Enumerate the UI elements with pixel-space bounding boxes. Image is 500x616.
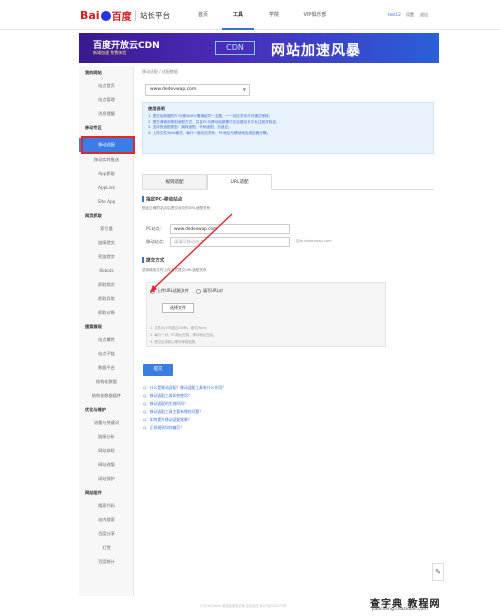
sidebar-item-crawl-errors[interactable]: 抓取异常 [79, 292, 134, 306]
upload-note: 3. 提交后请耐心等待审核结果。 [150, 340, 199, 344]
promo-banner[interactable]: 百度开放云CDN 新域加速 免费体验 CDN 网站加速风暴 [79, 33, 439, 63]
radio-upload-file[interactable]: 上传URL适配文件 [150, 288, 189, 294]
pc-site-label: PC站点： [146, 226, 165, 231]
sidebar-item-structured-plugin[interactable]: 结构化数据插件 [79, 389, 134, 403]
footer-text: ©2016 Baidu 使用百度前必读 意见反馈 京ICP证030173号 [200, 604, 287, 608]
section-title-site-pair: 指定PC-移动站点 [142, 196, 182, 203]
sidebar-item-link-analysis[interactable]: 链接分析 [79, 430, 134, 444]
sidebar-item-site-manage[interactable]: 站点管理 [79, 93, 134, 107]
radio-upload-label: 上传URL适配文件 [157, 288, 189, 293]
submit-button[interactable]: 提交 [143, 364, 173, 376]
choose-file-button[interactable]: 选择文件 [162, 303, 194, 313]
nav-academy[interactable]: 学院 [258, 0, 290, 30]
sidebar-item-site-checkup[interactable]: 网站体检 [79, 444, 134, 458]
sidebar-item-applink[interactable]: AppLink [79, 181, 134, 195]
sidebar-item-robots[interactable]: Robots [79, 264, 134, 278]
sidebar-item-baidu-share[interactable]: 百度分享 [79, 527, 134, 541]
sidebar-item-crawl-diagnose[interactable]: 抓取诊断 [79, 306, 134, 320]
settings-link[interactable]: 设置 [406, 12, 414, 18]
section-bar [142, 257, 144, 263]
sidebar-group-mobile: 移动专区 [85, 125, 102, 130]
sidebar-item-site-search[interactable]: 站内搜索 [79, 513, 134, 527]
faq-link[interactable]: Q：移动适配工具如何使用？ [143, 393, 192, 399]
sidebar-group-crawl: 网页抓取 [85, 213, 102, 218]
logo-text-bai: Bai [80, 9, 100, 22]
paw-icon [100, 10, 111, 21]
watermark-url: jiaocheng.chazidian.com [372, 607, 428, 612]
pc-site-input[interactable]: www.dedevwap.com [170, 224, 290, 234]
faq-link[interactable]: Q：如何提升移动适配效果？ [143, 417, 192, 423]
site-name: 站长平台 [140, 11, 170, 20]
sidebar-item-traffic-keywords[interactable]: 流量与关键词 [79, 416, 134, 430]
sidebar-item-link-submit[interactable]: 链接提交 [79, 236, 134, 250]
section-desc-submit-method: 选择使用文件上传方式提交URL适配关系 [142, 268, 207, 272]
faq-link[interactable]: Q：什么是移动适配？移动适配工具有什么作用？ [143, 385, 226, 391]
section-desc-site-pair: 指定正确的站点后提交对应的URL适配关系 [142, 206, 211, 210]
sidebar-item-deadlink-submit[interactable]: 死链提交 [79, 250, 134, 264]
sidebar-item-structured-data[interactable]: 结构化数据 [79, 375, 134, 389]
sidebar-item-mobile-push[interactable]: 移动实时推送 [79, 153, 134, 167]
nav-tools[interactable]: 工具 [222, 0, 254, 30]
highlight-box [81, 136, 135, 154]
tab-bar: 规则适配 URL适配 [142, 174, 434, 190]
logout-link[interactable]: 退出 [420, 12, 428, 18]
sidebar-group-optimize: 优化与维护 [85, 407, 106, 412]
sidebar-item-baidu-stats[interactable]: 百度统计 [79, 555, 134, 569]
domain-select-value: www.dedevwap.com [150, 87, 197, 92]
sidebar-group-components: 网站组件 [85, 490, 102, 495]
faq-link[interactable]: Q：移动适配工具主要有哪些问题？ [143, 409, 203, 415]
user-name[interactable]: test12 [388, 12, 401, 17]
nav-vip-club[interactable]: VIP俱乐部 [296, 0, 334, 30]
notice-line: 4. 上传文件为txt格式，每行一组对应关系，PC地址与移动地址用空格分隔； [148, 130, 271, 135]
sidebar-item-site-revision[interactable]: 网站改版 [79, 458, 134, 472]
notice-title: 使用说明 [148, 106, 165, 111]
chevron-down-icon: ▼ [242, 87, 246, 92]
domain-select[interactable]: www.dedevwap.com ▼ [145, 84, 250, 96]
nav-home[interactable]: 首页 [187, 0, 219, 30]
feedback-widget[interactable]: ✎ [432, 563, 444, 581]
sidebar-item-reward[interactable]: 打赏 [79, 541, 134, 555]
sidebar-item-messages[interactable]: 消息提醒 [79, 107, 134, 121]
sidebar-group-my-sites: 我的网站 [85, 70, 102, 75]
radio-dot [196, 288, 201, 294]
mobile-site-input[interactable]: 请填写移动站点 [170, 237, 290, 247]
sidebar-item-search-code[interactable]: 搜索代码 [79, 499, 134, 513]
faq-link[interactable]: Q：正则规则如何编写？ [143, 425, 184, 431]
sidebar-item-app-crawl[interactable]: App抓取 [79, 167, 134, 181]
upload-note: 2. 每行一对，PC地址在前，移动地址在后； [150, 333, 217, 337]
section-title-submit-method: 提交方式 [142, 257, 164, 264]
sidebar-item-site-app[interactable]: Site App [79, 195, 134, 209]
baidu-logo[interactable]: Bai 百度 [80, 9, 132, 23]
top-nav: Bai 百度 站长平台 首页 工具 学院 VIP俱乐部 test12 设置 退出 [0, 0, 500, 30]
radio-manual-url[interactable]: 填写URL对 [196, 288, 223, 294]
banner-headline: 网站加速风暴 [271, 43, 361, 59]
breadcrumb: 移动适配 / 适配数据 [142, 69, 178, 74]
tab-url-adapt[interactable]: URL适配 [207, 174, 272, 190]
sidebar-item-index[interactable]: 索引量 [79, 222, 134, 236]
sidebar-item-data-platform[interactable]: 数据平台 [79, 361, 134, 375]
faq-link[interactable]: Q：移动适配的生效时间？ [143, 401, 188, 407]
radio-dot-selected [150, 288, 155, 294]
usage-notice: 使用说明 1. 提交后新增的PC与移动URL需满足同一主题，一一对应关系才可通过… [142, 102, 434, 154]
sidebar-item-crawl-frequency[interactable]: 抓取频次 [79, 278, 134, 292]
logo-text-du: 百度 [111, 12, 132, 23]
sidebar-item-site-home[interactable]: 站点首页 [79, 79, 134, 93]
sidebar-group-search-display: 搜索展现 [85, 324, 102, 329]
radio-manual-label: 填写URL对 [203, 288, 223, 293]
sidebar-item-sitelinks[interactable]: 站点子链 [79, 347, 134, 361]
tab-rule-adapt[interactable]: 规则适配 [142, 174, 207, 190]
banner-badge: CDN [215, 41, 255, 55]
section-bar [142, 196, 144, 202]
upload-note: 1. 文件大小不超过10MB，格式为txt； [150, 326, 210, 330]
sidebar-item-site-attributes[interactable]: 站点属性 [79, 333, 134, 347]
sidebar-item-closure-protect[interactable]: 闭站保护 [79, 472, 134, 486]
banner-subtitle: 新域加速 免费体验 [93, 50, 127, 55]
logo-divider [135, 10, 136, 21]
mobile-site-label: 移动站点： [146, 239, 167, 244]
mobile-site-hint: 如m.dedevwap.com [296, 239, 332, 243]
